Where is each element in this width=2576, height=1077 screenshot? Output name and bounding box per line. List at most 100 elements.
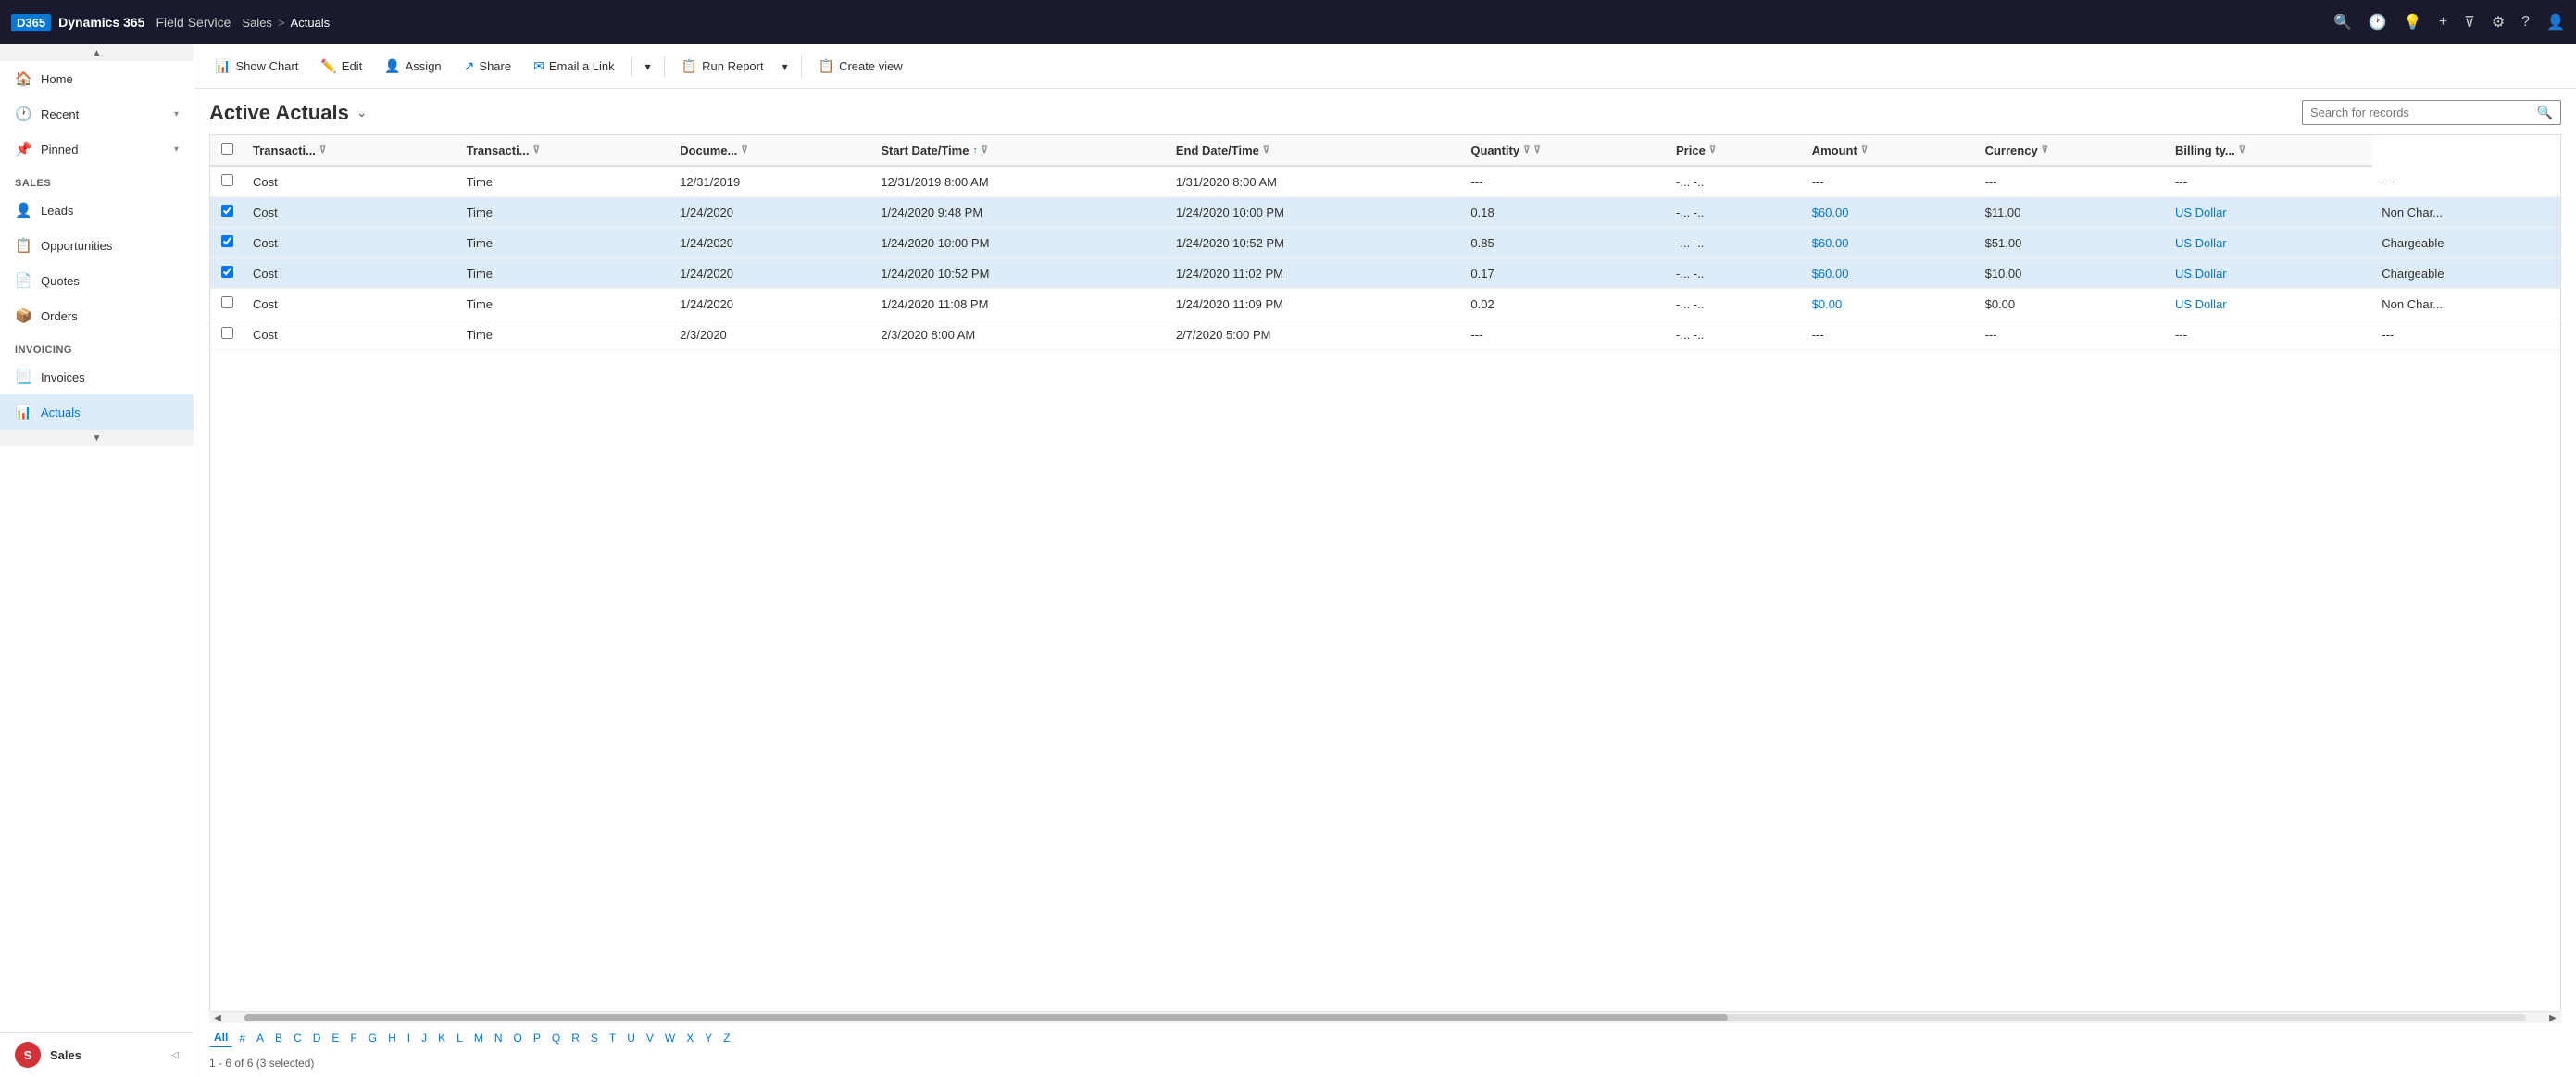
- sidebar-item-quotes[interactable]: 📄 Quotes: [0, 263, 194, 298]
- start-datetime-filter-icon[interactable]: ⊽: [981, 145, 987, 156]
- filter-nav-icon[interactable]: ⊽: [2464, 13, 2475, 31]
- end-datetime-filter-icon[interactable]: ⊽: [1263, 145, 1269, 156]
- alpha-letter-T[interactable]: T: [605, 1030, 620, 1046]
- row-checkbox[interactable]: [221, 296, 233, 308]
- assign-button[interactable]: 👤 Assign: [375, 54, 450, 79]
- alpha-letter-#[interactable]: #: [234, 1030, 250, 1046]
- table-row[interactable]: CostTime1/24/20201/24/2020 9:48 PM1/24/2…: [210, 197, 2560, 228]
- brand-logo: D365: [11, 14, 51, 31]
- alpha-letter-H[interactable]: H: [383, 1030, 401, 1046]
- alpha-nav: All#ABCDEFGHIJKLMNOPQRSTUVWXYZ: [209, 1023, 2561, 1051]
- col-document-label: Docume...: [680, 144, 737, 157]
- alpha-letter-P[interactable]: P: [529, 1030, 545, 1046]
- alpha-letter-B[interactable]: B: [270, 1030, 287, 1046]
- alpha-letter-A[interactable]: A: [252, 1030, 269, 1046]
- row-checkbox[interactable]: [221, 205, 233, 217]
- alpha-letter-I[interactable]: I: [403, 1030, 415, 1046]
- create-view-button[interactable]: 📋 Create view: [809, 54, 912, 79]
- scroll-track[interactable]: [244, 1014, 2526, 1021]
- alpha-letter-C[interactable]: C: [289, 1030, 306, 1046]
- alpha-letter-J[interactable]: J: [417, 1030, 431, 1046]
- alpha-letter-K[interactable]: K: [433, 1030, 450, 1046]
- recent-nav-icon[interactable]: 🕐: [2369, 13, 2387, 31]
- alpha-letter-D[interactable]: D: [308, 1030, 326, 1046]
- amount-filter-icon[interactable]: ⊽: [1861, 145, 1868, 156]
- sales-section-label: Sales: [0, 167, 194, 193]
- alpha-letter-Y[interactable]: Y: [700, 1030, 717, 1046]
- table-row[interactable]: CostTime2/3/20202/3/2020 8:00 AM2/7/2020…: [210, 319, 2560, 350]
- edit-button[interactable]: ✏️ Edit: [311, 54, 371, 79]
- share-button[interactable]: ↗ Share: [455, 54, 520, 79]
- breadcrumb-parent[interactable]: Sales: [242, 16, 272, 30]
- show-chart-button[interactable]: 📊 Show Chart: [206, 54, 307, 79]
- document-filter-icon[interactable]: ⊽: [741, 145, 747, 156]
- alpha-letter-G[interactable]: G: [364, 1030, 381, 1046]
- price-cell: $60.00: [1803, 197, 1976, 228]
- alpha-letter-W[interactable]: W: [660, 1030, 680, 1046]
- start-datetime-sort-icon[interactable]: ↑: [972, 145, 977, 156]
- amount-cell: ---: [1976, 166, 2166, 197]
- row-checkbox[interactable]: [221, 235, 233, 247]
- billing-type-filter-icon[interactable]: ⊽: [2239, 145, 2245, 156]
- horizontal-scrollbar[interactable]: ◀ ▶: [209, 1012, 2561, 1023]
- alpha-letter-Z[interactable]: Z: [719, 1030, 734, 1046]
- price-filter-icon[interactable]: ⊽: [1709, 145, 1716, 156]
- table-row[interactable]: CostTime1/24/20201/24/2020 10:52 PM1/24/…: [210, 258, 2560, 289]
- user-nav-icon[interactable]: 👤: [2546, 13, 2565, 31]
- price-cell: $60.00: [1803, 228, 1976, 258]
- quantity-filter-icon[interactable]: ⊽: [1523, 145, 1530, 156]
- alpha-letter-F[interactable]: F: [345, 1030, 361, 1046]
- sidebar-item-recent[interactable]: 🕐 Recent ▾: [0, 96, 194, 131]
- currency-filter-icon[interactable]: ⊽: [2042, 145, 2048, 156]
- row-checkbox[interactable]: [221, 266, 233, 278]
- alpha-letter-R[interactable]: R: [567, 1030, 584, 1046]
- more-button[interactable]: ▾: [640, 56, 657, 78]
- transaction-type-cell: Cost: [244, 319, 457, 350]
- alpha-letter-E[interactable]: E: [327, 1030, 344, 1046]
- sidebar-item-opportunities[interactable]: 📋 Opportunities: [0, 228, 194, 263]
- sidebar-item-actuals[interactable]: 📊 Actuals: [0, 394, 194, 430]
- alpha-letter-X[interactable]: X: [682, 1030, 698, 1046]
- alpha-letter-Q[interactable]: Q: [547, 1030, 565, 1046]
- alpha-letter-V[interactable]: V: [642, 1030, 658, 1046]
- quantity-extra-icon[interactable]: ⊽: [1533, 145, 1540, 156]
- search-nav-icon[interactable]: 🔍: [2333, 13, 2352, 31]
- transaction-cat-filter-icon[interactable]: ⊽: [533, 145, 540, 156]
- alpha-letter-U[interactable]: U: [622, 1030, 640, 1046]
- data-table-wrapper[interactable]: Transacti... ⊽ Transacti... ⊽: [209, 134, 2561, 1012]
- alpha-letter-N[interactable]: N: [490, 1030, 507, 1046]
- lightbulb-nav-icon[interactable]: 💡: [2404, 13, 2422, 31]
- scroll-right-icon[interactable]: ▶: [2545, 1012, 2561, 1023]
- settings-nav-icon[interactable]: ⚙: [2492, 13, 2505, 31]
- view-dropdown-icon[interactable]: ⌄: [356, 105, 368, 120]
- scroll-left-icon[interactable]: ◀: [209, 1012, 226, 1023]
- sidebar-scroll-down[interactable]: ▼: [0, 430, 194, 446]
- alpha-letter-M[interactable]: M: [469, 1030, 488, 1046]
- alpha-letter-S[interactable]: S: [586, 1030, 603, 1046]
- sidebar-item-orders[interactable]: 📦 Orders: [0, 298, 194, 333]
- select-all-checkbox[interactable]: [221, 143, 233, 155]
- row-checkbox[interactable]: [221, 327, 233, 339]
- table-row[interactable]: CostTime12/31/201912/31/2019 8:00 AM1/31…: [210, 166, 2560, 197]
- transaction-type-filter-icon[interactable]: ⊽: [319, 145, 326, 156]
- email-link-button[interactable]: ✉ Email a Link: [524, 54, 624, 79]
- sidebar-item-home[interactable]: 🏠 Home: [0, 61, 194, 96]
- search-input[interactable]: [2310, 106, 2537, 119]
- sidebar-item-leads[interactable]: 👤 Leads: [0, 193, 194, 228]
- add-nav-icon[interactable]: +: [2439, 14, 2447, 31]
- table-row[interactable]: CostTime1/24/20201/24/2020 11:08 PM1/24/…: [210, 289, 2560, 319]
- table-row[interactable]: CostTime1/24/20201/24/2020 10:00 PM1/24/…: [210, 228, 2560, 258]
- sidebar-item-invoices[interactable]: 📃 Invoices: [0, 359, 194, 394]
- sidebar-footer[interactable]: S Sales ◁: [0, 1032, 194, 1077]
- sidebar-item-pinned[interactable]: 📌 Pinned ▾: [0, 131, 194, 167]
- alpha-letter-L[interactable]: L: [452, 1030, 468, 1046]
- alpha-letter-O[interactable]: O: [509, 1030, 527, 1046]
- alpha-all[interactable]: All: [209, 1029, 232, 1047]
- leads-icon: 👤: [15, 202, 31, 219]
- sidebar-scroll-up[interactable]: ▲: [0, 44, 194, 61]
- scroll-thumb[interactable]: [244, 1014, 1728, 1021]
- run-report-more-button[interactable]: ▾: [777, 56, 794, 78]
- help-nav-icon[interactable]: ?: [2521, 14, 2530, 31]
- row-checkbox[interactable]: [221, 174, 233, 186]
- run-report-button[interactable]: 📋 Run Report: [672, 54, 773, 79]
